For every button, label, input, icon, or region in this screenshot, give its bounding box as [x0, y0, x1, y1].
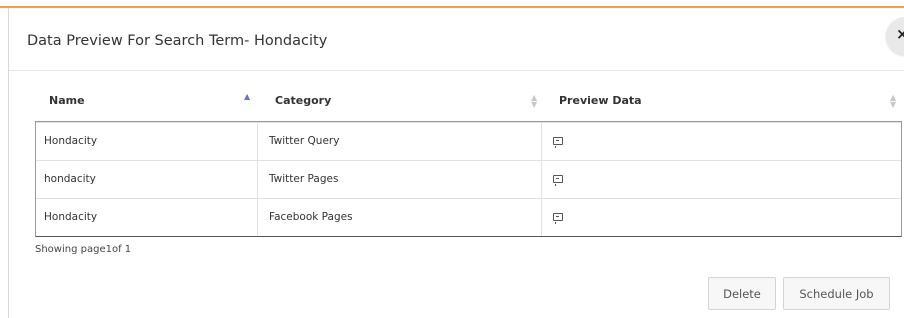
- preview-icon[interactable]: [553, 137, 563, 148]
- preview-icon[interactable]: [553, 175, 563, 186]
- table-row[interactable]: Hondacity Facebook Pages: [36, 198, 901, 236]
- cell-name: Hondacity: [44, 211, 98, 223]
- pagination-info: Showing page1of 1: [35, 244, 132, 255]
- close-icon: ×: [896, 25, 904, 43]
- column-header-name[interactable]: Name: [49, 81, 85, 121]
- cell-category: Twitter Pages: [269, 173, 339, 185]
- delete-button[interactable]: Delete: [708, 277, 776, 310]
- data-table: Name ▲ Category ▲ ▼ Preview Data ▲ ▼ Hon…: [35, 81, 902, 237]
- page: Data Preview For Search Term- Hondacity …: [0, 0, 904, 318]
- table-row[interactable]: Hondacity Twitter Query: [36, 122, 901, 160]
- preview-icon[interactable]: [553, 213, 563, 224]
- table-body: Hondacity Twitter Query hondacity Twitte…: [35, 121, 902, 237]
- sort-icon[interactable]: ▲ ▼: [890, 94, 896, 109]
- cell-name: Hondacity: [44, 135, 98, 147]
- column-header-preview-data[interactable]: Preview Data: [559, 81, 642, 121]
- cell-category: Facebook Pages: [269, 211, 353, 223]
- dialog-header: Data Preview For Search Term- Hondacity: [9, 8, 904, 71]
- table-row[interactable]: hondacity Twitter Pages: [36, 160, 901, 198]
- sort-ascending-icon[interactable]: ▲: [244, 77, 250, 117]
- table-header: Name ▲ Category ▲ ▼ Preview Data ▲ ▼: [35, 81, 902, 121]
- cell-category: Twitter Query: [269, 135, 340, 147]
- cell-name: hondacity: [44, 173, 96, 185]
- schedule-job-button[interactable]: Schedule Job: [783, 277, 890, 310]
- data-preview-dialog: Data Preview For Search Term- Hondacity …: [8, 8, 904, 318]
- top-accent-bar: [0, 0, 904, 8]
- dialog-title: Data Preview For Search Term- Hondacity: [27, 33, 328, 49]
- sort-icon[interactable]: ▲ ▼: [531, 94, 537, 109]
- column-header-category[interactable]: Category: [275, 81, 331, 121]
